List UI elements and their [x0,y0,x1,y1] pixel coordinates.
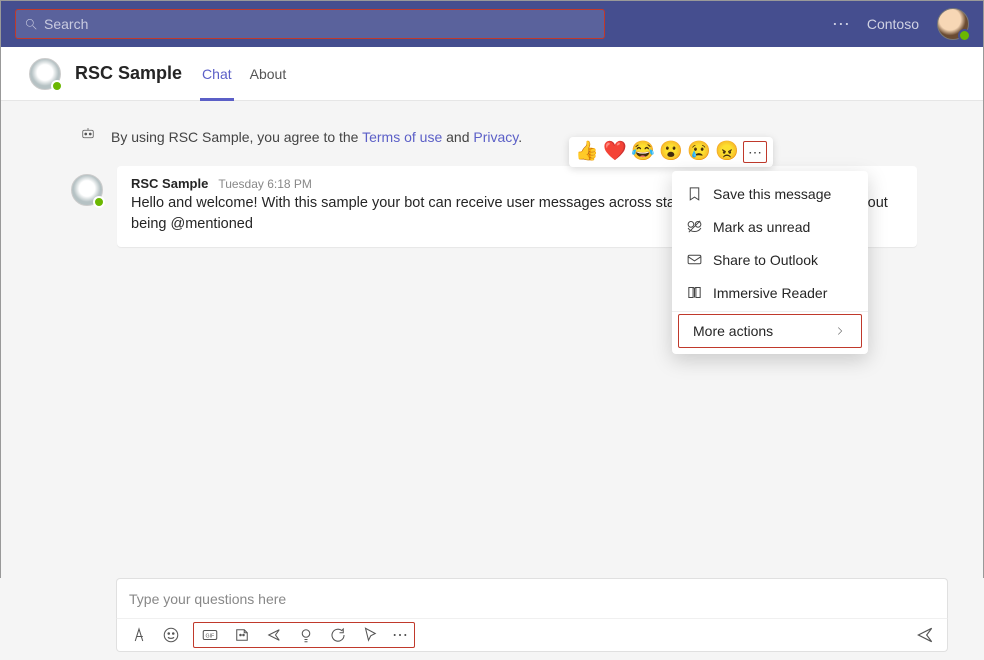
menu-label: More actions [693,323,773,339]
message-timestamp: Tuesday 6:18 PM [218,177,312,191]
send-icon [915,625,935,645]
menu-label: Share to Outlook [713,252,818,268]
reaction-laugh[interactable]: 😂 [631,141,653,163]
gif-button[interactable]: GIF [200,625,220,645]
menu-separator [672,311,868,312]
org-name: Contoso [867,16,919,32]
menu-save-message[interactable]: Save this message [672,177,868,210]
sticker-button[interactable] [232,625,252,645]
bot-icon [79,125,97,148]
chat-title: RSC Sample [75,63,182,84]
menu-label: Immersive Reader [713,285,827,301]
mail-icon [686,251,703,268]
menu-mark-unread[interactable]: Mark as unread [672,210,868,243]
menu-label: Save this message [713,186,831,202]
presence-badge-available [958,29,971,42]
message-sender: RSC Sample [131,176,208,191]
search-box[interactable] [15,9,605,39]
chat-body: By using RSC Sample, you agree to the Te… [1,101,983,577]
titlebar-more-button[interactable]: ⋯ [827,15,855,33]
search-input[interactable] [44,16,596,32]
compose-area: GIF ⋯ [0,578,984,660]
reaction-angry[interactable]: 😠 [715,141,737,163]
compose-toolbar: GIF ⋯ [116,618,948,652]
extension-button-2[interactable] [296,625,316,645]
extension-button-3[interactable] [328,625,348,645]
extension-button-1[interactable] [264,625,284,645]
titlebar: ⋯ Contoso [1,1,983,47]
unread-icon [686,218,703,235]
format-button[interactable] [129,625,149,645]
tab-chat[interactable]: Chat [202,47,232,100]
menu-immersive-reader[interactable]: Immersive Reader [672,276,868,309]
terms-link[interactable]: Terms of use [362,129,442,145]
sticker-icon [233,626,251,644]
user-avatar[interactable] [937,8,969,40]
bulb-icon [297,626,315,644]
bot-avatar [29,58,61,90]
chevron-right-icon [833,324,847,338]
emoji-button[interactable] [161,625,181,645]
reaction-sad[interactable]: 😢 [687,141,709,163]
menu-more-actions[interactable]: More actions [678,314,862,348]
terms-notice: By using RSC Sample, you agree to the Te… [1,125,983,166]
message-avatar [71,174,103,206]
compose-extensions-group: GIF ⋯ [193,622,415,648]
send-button[interactable] [915,625,935,645]
message-context-menu: Save this message Mark as unread Share t… [672,171,868,354]
send-alt-icon [265,626,283,644]
search-icon [24,17,38,31]
cursor-icon [361,626,379,644]
bookmark-icon [686,185,703,202]
reactions-bar: 👍 ❤️ 😂 😮 😢 😠 ⋯ [569,137,773,167]
extension-button-4[interactable] [360,625,380,645]
reaction-heart[interactable]: ❤️ [603,141,625,163]
privacy-link[interactable]: Privacy [473,129,518,145]
loop-icon [329,626,347,644]
reader-icon [686,284,703,301]
compose-input[interactable] [129,591,935,607]
compose-more-button[interactable]: ⋯ [392,625,408,645]
tab-about[interactable]: About [250,47,287,100]
compose-box[interactable] [116,578,948,618]
reaction-surprised[interactable]: 😮 [659,141,681,163]
menu-share-outlook[interactable]: Share to Outlook [672,243,868,276]
emoji-icon [162,626,180,644]
format-icon [130,626,148,644]
reaction-like[interactable]: 👍 [575,141,597,163]
presence-badge-available [51,80,63,92]
gif-icon: GIF [201,626,219,644]
presence-badge-available [93,196,105,208]
terms-notice-text: By using RSC Sample, you agree to the Te… [111,129,522,145]
svg-text:GIF: GIF [206,633,215,639]
tabs: Chat About [202,47,286,100]
menu-label: Mark as unread [713,219,810,235]
chat-header: RSC Sample Chat About [1,47,983,101]
reactions-more-button[interactable]: ⋯ [743,141,767,163]
